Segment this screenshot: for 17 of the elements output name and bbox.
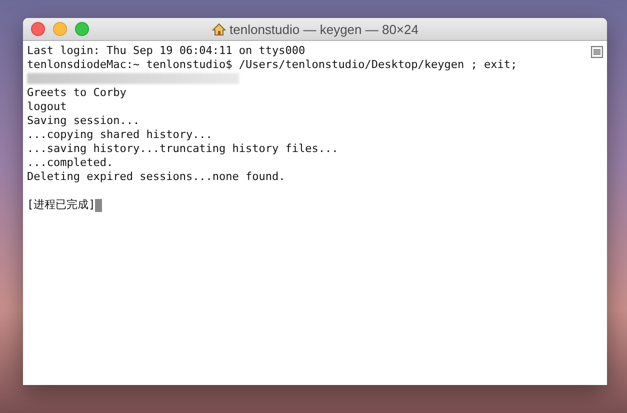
terminal-line: ...copying shared history... <box>27 128 214 142</box>
terminal-line: Greets to Corby <box>27 86 128 100</box>
terminal-line: logout <box>27 100 68 114</box>
zoom-button[interactable] <box>75 22 89 36</box>
terminal-line: Saving session... <box>27 114 141 128</box>
terminal-line: ...saving history...truncating history files... <box>27 142 340 156</box>
window-title: tenlonstudio — keygen — 80×24 <box>230 22 418 36</box>
terminal-line: ...completed. <box>27 156 114 170</box>
terminal-line: Deleting expired sessions...none found. <box>27 170 286 184</box>
marks-icon[interactable] <box>591 46 603 58</box>
terminal-line: Last login: Thu Sep 19 06:04:11 on ttys000 <box>27 44 306 58</box>
terminal-line: tenlonsdiodeMac:~ tenlonstudio$ /Users/tenlonstudio/Desktop/keygen ; exit; <box>27 58 518 72</box>
minimize-button[interactable] <box>53 22 67 36</box>
text-cursor <box>95 198 102 212</box>
terminal-line: [进程已完成] <box>27 198 96 212</box>
close-button[interactable] <box>31 22 45 36</box>
home-icon <box>212 22 226 36</box>
